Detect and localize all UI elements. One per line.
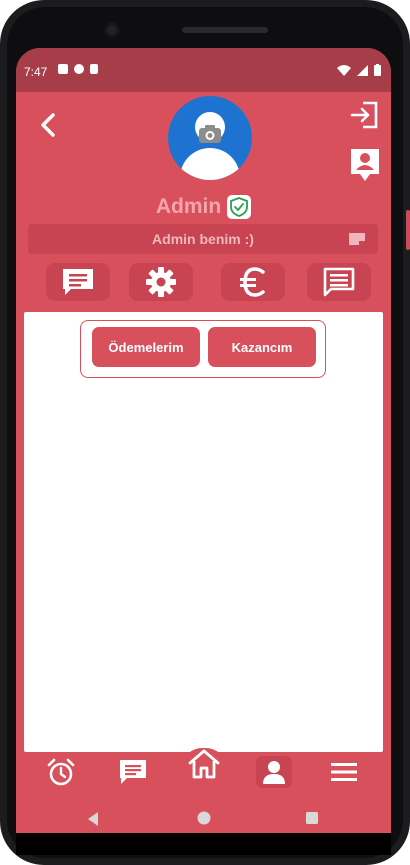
chat-icon xyxy=(120,760,146,784)
avatar-body xyxy=(180,148,240,180)
notification-icon xyxy=(58,64,68,74)
nav-alarm[interactable] xyxy=(43,756,79,788)
bottom-nav xyxy=(16,749,391,791)
signal-icon xyxy=(357,64,368,76)
speaker-grille xyxy=(182,27,268,33)
nav-profile[interactable] xyxy=(256,756,292,788)
avatar[interactable] xyxy=(168,96,252,180)
system-back-icon[interactable] xyxy=(86,811,100,827)
front-camera xyxy=(104,22,120,38)
tab-payments[interactable]: Ödemelerim xyxy=(92,327,200,367)
profile-name-row: Admin xyxy=(16,192,391,222)
settings-button[interactable] xyxy=(129,263,193,301)
contact-card-button[interactable] xyxy=(350,148,380,182)
bio-text: Admin benim :) xyxy=(152,231,254,247)
logout-icon xyxy=(350,101,378,129)
chat-icon xyxy=(63,269,93,295)
tab-payments-label: Ödemelerim xyxy=(108,339,184,355)
chevron-left-icon xyxy=(41,113,55,137)
notification-icons xyxy=(58,64,98,74)
side-button xyxy=(406,210,410,250)
phone-frame: 7:47 Admin Admin benim:) Ödemelerim Kaz… xyxy=(0,0,410,865)
messages-button[interactable] xyxy=(307,263,371,301)
camera-icon xyxy=(199,125,221,143)
wifi-icon xyxy=(337,64,351,76)
system-home-icon[interactable] xyxy=(197,811,211,825)
logout-button[interactable] xyxy=(350,100,380,130)
nav-menu[interactable] xyxy=(326,756,362,788)
sd-card-icon xyxy=(90,64,98,74)
nav-home[interactable] xyxy=(186,748,222,780)
edit-note-icon xyxy=(349,233,365,245)
back-button[interactable] xyxy=(36,112,62,138)
bio-bar[interactable]: Admin benim :) xyxy=(28,224,378,254)
chat-button[interactable] xyxy=(46,263,110,301)
notification-icon xyxy=(74,64,84,74)
screen: 7:47 Admin Admin benim:) Ödemelerim Kaz… xyxy=(16,48,391,833)
tab-segment: Ödemelerim Kazancım xyxy=(80,320,326,378)
alarm-icon xyxy=(47,758,75,786)
message-list-icon xyxy=(323,267,355,297)
profile-name: Admin xyxy=(155,195,222,218)
verified-badge xyxy=(227,195,252,219)
system-nav-bar xyxy=(16,811,391,855)
euro-icon xyxy=(240,267,265,297)
content-panel: Ödemelerim Kazancım xyxy=(24,312,383,752)
battery-icon xyxy=(374,64,381,76)
contact-card-icon xyxy=(351,149,379,181)
tab-earnings-label: Kazancım xyxy=(231,339,293,355)
tab-earnings[interactable]: Kazancım xyxy=(208,327,316,367)
shield-check-icon xyxy=(230,197,249,217)
system-recents-icon[interactable] xyxy=(305,811,319,825)
gear-icon xyxy=(146,267,176,297)
user-icon xyxy=(263,761,285,784)
system-status-icons xyxy=(337,64,381,76)
profile-screen: Admin Admin benim :) Ödemelerim Kazancım xyxy=(16,92,391,833)
home-icon xyxy=(188,749,220,779)
menu-icon xyxy=(331,763,357,781)
status-bar: 7:47 xyxy=(16,48,391,92)
payments-button[interactable] xyxy=(221,263,285,301)
nav-chat[interactable] xyxy=(115,756,151,788)
status-time: 7:47 xyxy=(24,65,48,79)
